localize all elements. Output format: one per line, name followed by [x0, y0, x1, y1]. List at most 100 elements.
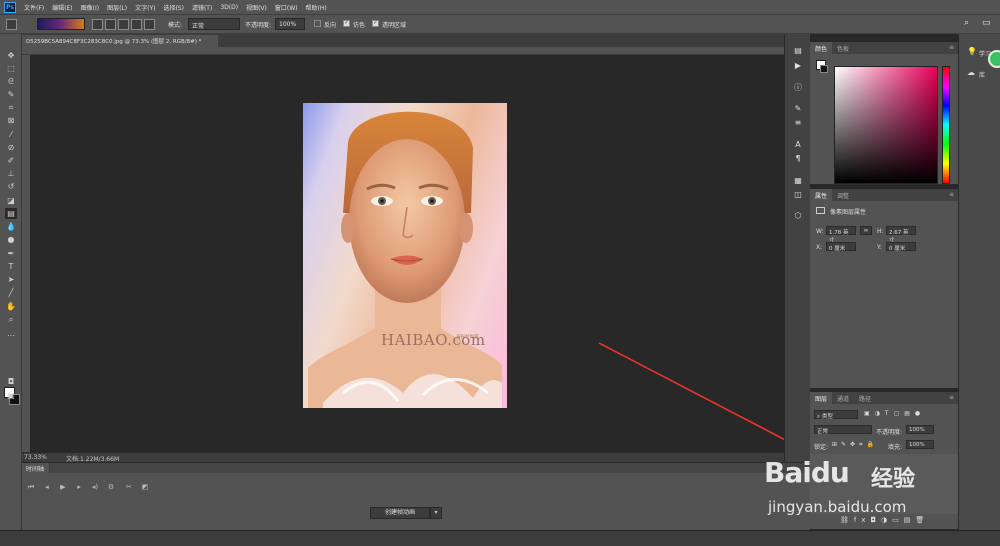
layer-opacity-input[interactable]: 100%	[906, 425, 934, 434]
tab-color[interactable]: 颜色	[810, 42, 833, 54]
layer-filter-select[interactable]: ⌕ 类型	[814, 410, 858, 420]
panel-menu-icon[interactable]: ≡	[945, 42, 958, 54]
play-icon[interactable]: ▶	[58, 482, 68, 492]
angle-gradient-icon[interactable]	[118, 19, 129, 30]
color-picker-field[interactable]	[834, 66, 938, 184]
split-clip-icon[interactable]: ✂	[124, 482, 134, 492]
blend-mode-select[interactable]: 正常	[814, 425, 872, 435]
menu-layer[interactable]: 图层(L)	[107, 3, 127, 12]
menu-window[interactable]: 窗口(W)	[275, 3, 298, 12]
height-field[interactable]: 2.67 英寸	[886, 226, 916, 244]
tab-swatches[interactable]: 色板	[832, 42, 854, 54]
transition-icon[interactable]: ◩	[140, 482, 150, 492]
menu-3d[interactable]: 3D(D)	[220, 4, 238, 11]
library-label[interactable]: 库	[979, 70, 985, 79]
crop-tool-icon[interactable]: ⌗	[5, 102, 17, 113]
create-frame-animation-button[interactable]: 创建帧动画	[370, 507, 430, 519]
workspace-icon[interactable]: ▭	[982, 18, 991, 28]
hand-tool-icon[interactable]: ✋	[5, 301, 17, 312]
audio-icon[interactable]: ◂)	[90, 482, 100, 492]
move-tool-icon[interactable]: ✥	[5, 50, 17, 61]
y-field[interactable]: 0 厘米	[886, 242, 916, 252]
link-icon[interactable]: ∞	[860, 226, 872, 235]
brush-settings-icon[interactable]: ✎	[793, 104, 803, 114]
x-field[interactable]: 0 厘米	[826, 242, 856, 252]
menu-type[interactable]: 文字(Y)	[135, 3, 155, 12]
dither-checkbox[interactable]: ✓	[343, 20, 350, 27]
screen-mode-icon[interactable]: ▣	[5, 390, 17, 401]
previous-frame-icon[interactable]: ◂	[42, 482, 52, 492]
eyedropper-tool-icon[interactable]: ⁄	[5, 129, 17, 140]
marquee-tool-icon[interactable]: ⬚	[5, 63, 17, 74]
menu-view[interactable]: 视图(V)	[246, 3, 267, 12]
tab-channels[interactable]: 通道	[832, 392, 854, 404]
background-swatch[interactable]	[820, 65, 828, 73]
ruler-horizontal[interactable]	[22, 47, 784, 55]
quick-select-tool-icon[interactable]: ✎	[5, 89, 17, 100]
more-tools-icon[interactable]: ⋯	[5, 330, 17, 341]
linear-gradient-icon[interactable]	[92, 19, 103, 30]
stamp-tool-icon[interactable]: ⊥	[5, 168, 17, 179]
transparency-checkbox[interactable]: ✓	[372, 20, 379, 27]
hue-slider[interactable]	[942, 66, 950, 184]
mode-select[interactable]: 正常	[188, 18, 240, 30]
path-select-icon[interactable]: ➤	[5, 274, 17, 285]
ruler-vertical[interactable]	[22, 55, 30, 452]
adjustments-icon[interactable]: ≡	[793, 118, 803, 128]
radial-gradient-icon[interactable]	[105, 19, 116, 30]
gradient-preview-swatch[interactable]	[37, 18, 85, 30]
document-image[interactable]: HAIBAO.com 海报时尚网	[303, 103, 507, 408]
menu-image[interactable]: 图像(I)	[81, 3, 99, 12]
tab-properties[interactable]: 属性	[810, 189, 833, 201]
brush-tool-icon[interactable]: ✐	[5, 155, 17, 166]
tab-layers[interactable]: 图层	[810, 392, 833, 404]
info-icon[interactable]: ⓘ	[793, 83, 803, 93]
dodge-tool-icon[interactable]: ●	[5, 234, 17, 245]
history-brush-icon[interactable]: ↺	[5, 181, 17, 192]
panel-menu-icon[interactable]: ≡	[945, 189, 958, 201]
menu-select[interactable]: 选择(S)	[163, 3, 184, 12]
reflected-gradient-icon[interactable]	[131, 19, 142, 30]
quick-mask-icon[interactable]: ◘	[5, 376, 17, 387]
photoshop-logo-icon[interactable]: Ps	[4, 1, 16, 13]
line-tool-icon[interactable]: ╱	[5, 287, 17, 298]
gradient-tool-preset-icon[interactable]	[6, 19, 17, 30]
actions-play-icon[interactable]: ▶	[793, 61, 803, 71]
eraser-tool-icon[interactable]: ◪	[5, 195, 17, 206]
menu-edit[interactable]: 编辑(E)	[52, 3, 72, 12]
menu-filter[interactable]: 滤镜(T)	[192, 3, 212, 12]
settings-gear-icon[interactable]: ⚙	[106, 482, 116, 492]
history-icon[interactable]: ▤	[793, 46, 803, 56]
panel-menu-icon[interactable]: ≡	[945, 392, 958, 404]
frame-tool-icon[interactable]: ⊠	[5, 115, 17, 126]
lightbulb-icon[interactable]: 💡	[967, 47, 977, 56]
blur-tool-icon[interactable]: 💧	[5, 221, 17, 232]
zoom-tool-icon[interactable]: ⌕	[5, 314, 17, 325]
opacity-input[interactable]: 100%	[275, 18, 305, 30]
timeline-tab[interactable]: 时间轴	[22, 463, 50, 473]
paragraph-icon[interactable]: ¶	[793, 154, 803, 164]
diamond-gradient-icon[interactable]	[144, 19, 155, 30]
library-icon[interactable]: ☁	[967, 68, 975, 77]
3d-cube-icon[interactable]: ⬡	[793, 211, 803, 221]
width-field[interactable]: 1.78 英寸	[826, 226, 856, 244]
lasso-tool-icon[interactable]: ᘓ	[5, 76, 17, 87]
menu-file[interactable]: 文件(F)	[24, 3, 44, 12]
layer-filter-icons[interactable]: ▣◑T▢▤●	[864, 410, 925, 417]
pen-tool-icon[interactable]: ✒	[5, 248, 17, 259]
chevron-down-icon[interactable]: ▾	[430, 507, 442, 519]
gradient-tool-icon[interactable]: ▤	[5, 208, 17, 219]
styles-icon[interactable]: ◫	[793, 190, 803, 200]
tab-adjustments[interactable]: 调整	[832, 189, 854, 201]
next-frame-icon[interactable]: ▸	[74, 482, 84, 492]
reverse-checkbox[interactable]	[314, 20, 321, 27]
document-tab[interactable]: D5259BC5A894C8F3C283C8C0.jpg @ 73.3% (图层…	[22, 35, 218, 47]
help-bubble-icon[interactable]	[988, 50, 1000, 68]
glyphs-icon[interactable]: ▦	[793, 176, 803, 186]
zoom-level[interactable]: 73.33%	[24, 454, 47, 461]
go-to-first-frame-icon[interactable]: ⏮	[26, 482, 36, 492]
search-icon[interactable]: ⌕	[964, 18, 969, 28]
healing-brush-icon[interactable]: ⊘	[5, 142, 17, 153]
tab-paths[interactable]: 路径	[854, 392, 876, 404]
character-icon[interactable]: A	[793, 140, 803, 150]
